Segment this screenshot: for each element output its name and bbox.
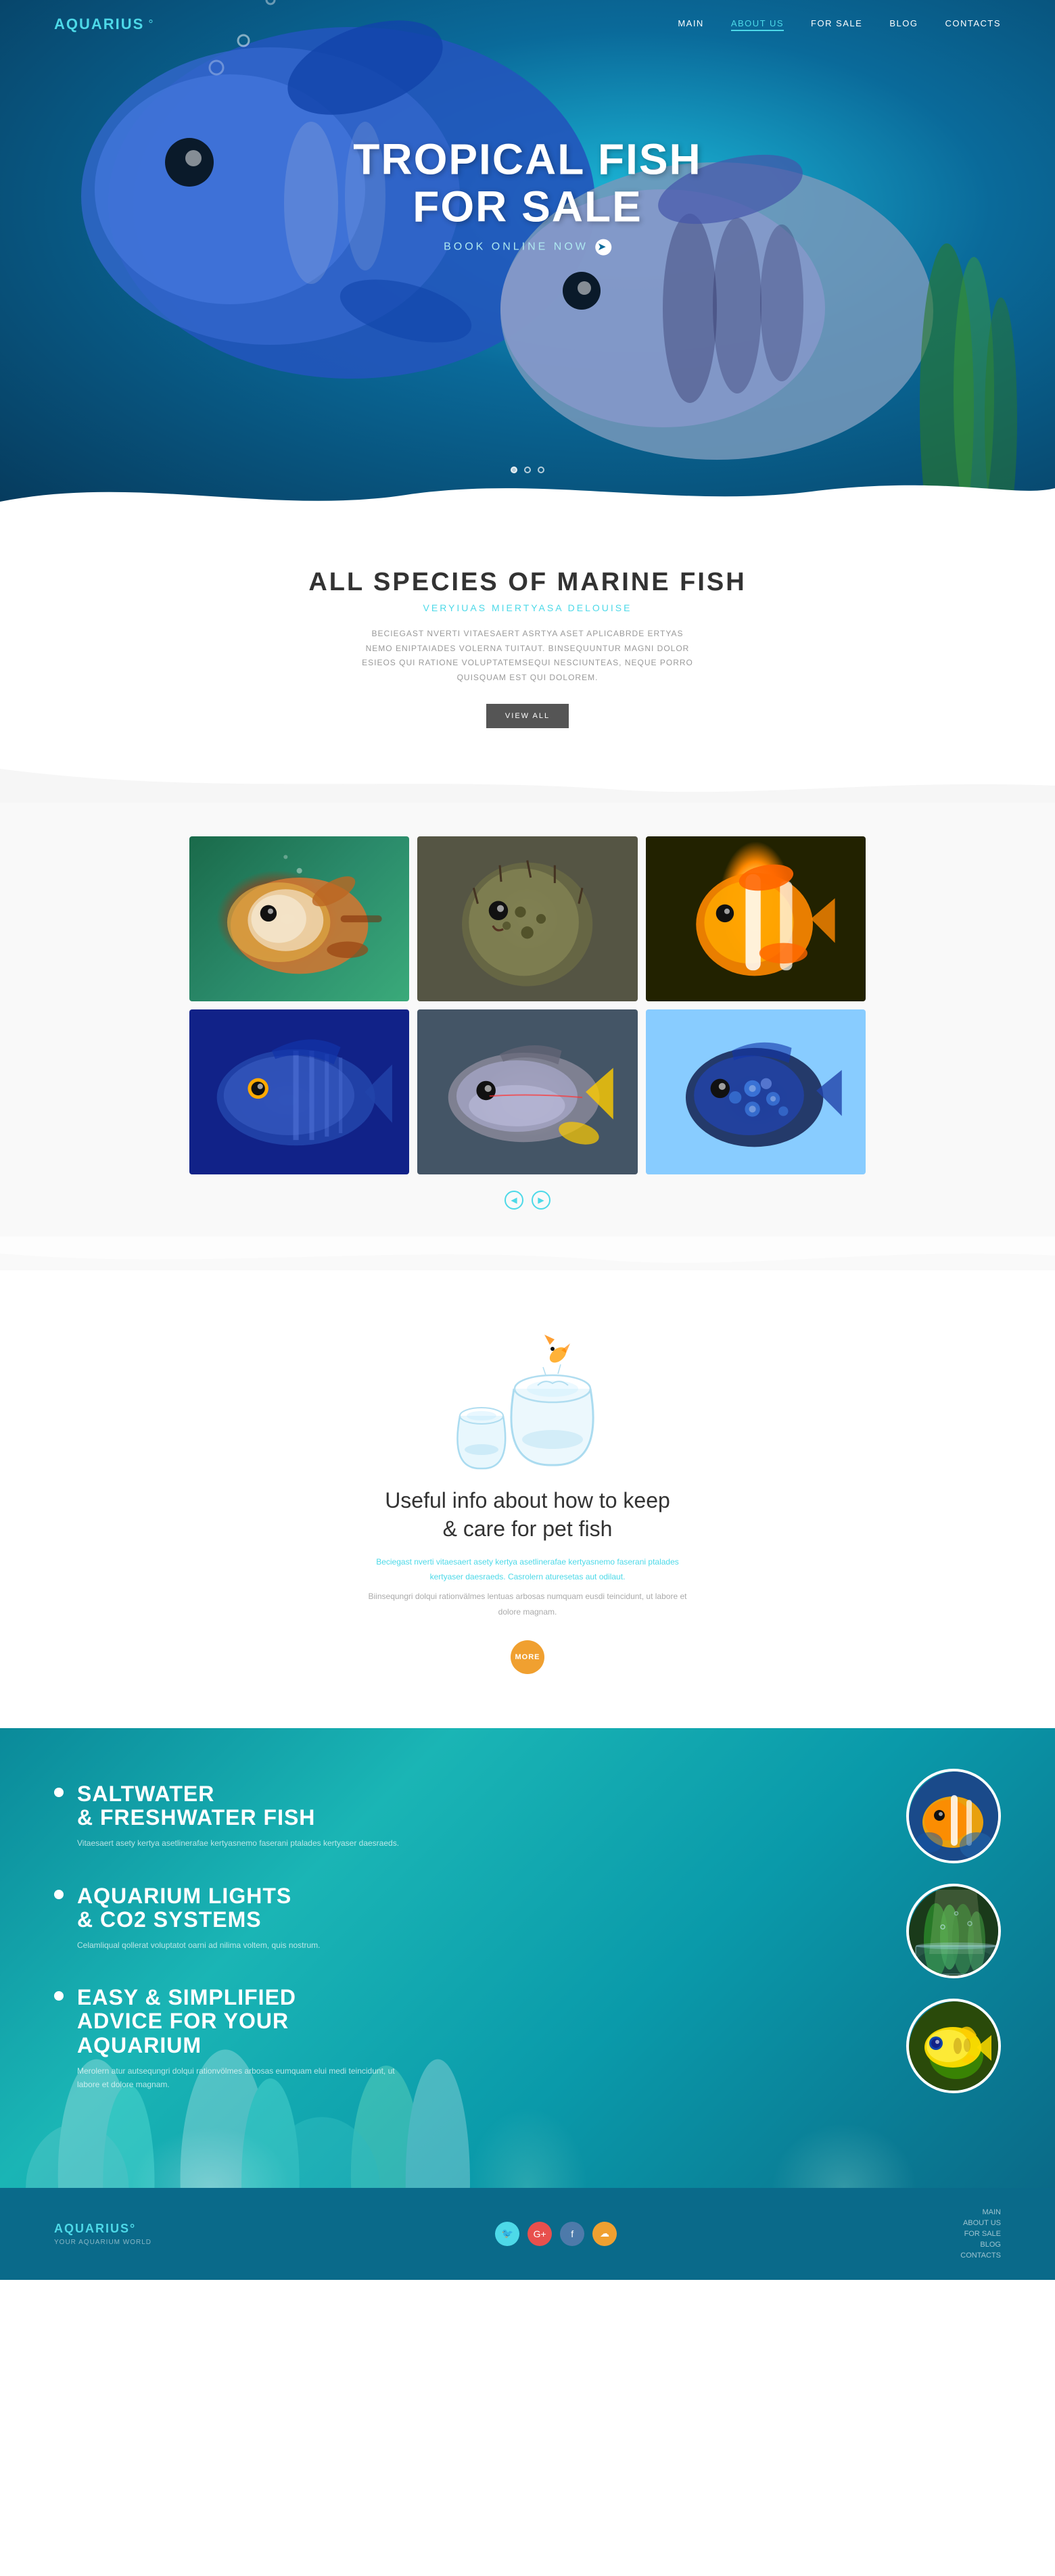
footer-links: MAIN ABOUT US FOR SALE BLOG CONTACTS	[960, 2208, 1001, 2260]
fish-image-1	[189, 836, 409, 1001]
pet-care-title: Useful info about how to keep& care for …	[0, 1487, 1055, 1543]
footer-social: 🐦 G+ f ☁	[495, 2222, 617, 2246]
fish-image-4	[189, 1009, 409, 1174]
twitter-icon[interactable]: 🐦	[495, 2222, 519, 2246]
fish-cell-4[interactable]	[189, 1009, 409, 1174]
feature-bullet-1: SALTWATER& FRESHWATER FISH	[54, 1782, 406, 1830]
feature-title-1: SALTWATER& FRESHWATER FISH	[77, 1782, 315, 1830]
hero-dot-2[interactable]	[524, 467, 531, 473]
nav-contacts[interactable]: CONTACTS	[945, 18, 1001, 31]
more-button[interactable]: more	[511, 1640, 544, 1674]
logo[interactable]: AQUARIUS °	[54, 16, 154, 33]
fish-image-5	[417, 1009, 637, 1174]
fish-image-2	[417, 836, 637, 1001]
hero-dots	[511, 467, 544, 473]
fish-image-3	[646, 836, 866, 1001]
marine-subtitle: VERYIUAS MIERTYASA DELOUISE	[135, 602, 920, 613]
fish-grid	[189, 836, 866, 1174]
rss-icon[interactable]: ☁	[592, 2222, 617, 2246]
fishbowl-illustration	[426, 1325, 629, 1473]
pet-care-description-gray: Biinsequngri dolqui rationvälmes lentuas…	[358, 1589, 697, 1620]
nav-links: MAIN ABOUT US FOR SALE BLOG CONTACTS	[678, 18, 1001, 31]
logo-icon: °	[148, 18, 153, 32]
feature-aquarium: AQUARIUM LIGHTS& CO2 SYSTEMS Celamliqual…	[54, 1884, 406, 1953]
feature-advice: EASY & SIMPLIFIEDADVICE FOR YOUR AQUARIU…	[54, 1986, 406, 2091]
fish-cell-6[interactable]	[646, 1009, 866, 1174]
feature-desc-3: Merolern atur autsequngri dolqui rationv…	[54, 2064, 406, 2092]
feature-bullet-3: EASY & SIMPLIFIEDADVICE FOR YOUR AQUARIU…	[54, 1986, 406, 2057]
cta-arrow-icon: ➤	[595, 239, 611, 255]
navigation: AQUARIUS ° MAIN ABOUT US FOR SALE BLOG C…	[0, 0, 1055, 49]
logo-text: AQUARIUS	[54, 16, 144, 33]
features-content: SALTWATER& FRESHWATER FISH Vitaesaert as…	[54, 1782, 406, 2092]
hero-fish-container	[0, 0, 1055, 514]
pet-care-section: Useful info about how to keep& care for …	[0, 1270, 1055, 1727]
bullet-dot-3	[54, 1991, 64, 2001]
nav-blog[interactable]: BLOG	[889, 18, 918, 31]
feature-bullet-2: AQUARIUM LIGHTS& CO2 SYSTEMS	[54, 1884, 406, 1932]
footer: AQUARIUS° YOUR AQUARIUM WORLD 🐦 G+ f ☁ M…	[0, 2188, 1055, 2280]
fish-cell-5[interactable]	[417, 1009, 637, 1174]
divider-wave-top	[0, 769, 1055, 803]
facebook-icon[interactable]: f	[560, 2222, 584, 2246]
divider-wave-bottom	[0, 1237, 1055, 1270]
feature-circle-1	[906, 1769, 1001, 1863]
footer-link-blog[interactable]: BLOG	[960, 2241, 1001, 2249]
footer-link-about[interactable]: ABOUT US	[960, 2219, 1001, 2227]
features-images	[906, 1769, 1001, 2093]
hero-dot-1[interactable]	[511, 467, 517, 473]
view-all-button[interactable]: VIEW ALL	[486, 704, 569, 728]
feature-circle-2	[906, 1884, 1001, 1978]
fish-cell-2[interactable]	[417, 836, 637, 1001]
feature-title-3: EASY & SIMPLIFIEDADVICE FOR YOUR AQUARIU…	[77, 1986, 406, 2057]
grid-prev-button[interactable]: ◀	[505, 1191, 523, 1210]
nav-main[interactable]: MAIN	[678, 18, 704, 31]
feature-saltwater: SALTWATER& FRESHWATER FISH Vitaesaert as…	[54, 1782, 406, 1851]
hero-cta[interactable]: BOOK ONLINE NOW ➤	[353, 239, 702, 255]
hero-title: TROPICAL FISH FOR SALE	[353, 135, 702, 231]
fish-cell-1[interactable]	[189, 836, 409, 1001]
hero-fish-svg	[0, 0, 1055, 514]
marine-section: ALL SPECIES OF MARINE FISH VERYIUAS MIER…	[0, 514, 1055, 769]
footer-tagline: YOUR AQUARIUM WORLD	[54, 2239, 151, 2246]
nav-forsale[interactable]: FOR SALE	[811, 18, 862, 31]
hero-content: TROPICAL FISH FOR SALE BOOK ONLINE NOW ➤	[353, 135, 702, 255]
marine-description: BECIEGAST NVERTI VITAESAERT ASRTYA ASET …	[358, 627, 697, 685]
feature-desc-2: Celamliqual qollerat voluptatot oarni ad…	[54, 1938, 406, 1952]
hero-section: TROPICAL FISH FOR SALE BOOK ONLINE NOW ➤	[0, 0, 1055, 514]
fish-grid-section: ◀ ▶	[0, 803, 1055, 1237]
nav-about[interactable]: ABOUT US	[731, 18, 784, 31]
pet-care-description-blue: Beciegast nverti vitaesaert asety kertya…	[358, 1554, 697, 1585]
fish-cell-3[interactable]	[646, 836, 866, 1001]
bullet-dot-1	[54, 1788, 64, 1797]
footer-link-main[interactable]: MAIN	[960, 2208, 1001, 2216]
features-section: SALTWATER& FRESHWATER FISH Vitaesaert as…	[0, 1728, 1055, 2188]
fish-image-6	[646, 1009, 866, 1174]
divider-top	[0, 769, 1055, 803]
grid-navigation: ◀ ▶	[54, 1191, 1001, 1210]
feature-title-2: AQUARIUM LIGHTS& CO2 SYSTEMS	[77, 1884, 291, 1932]
bullet-dot-2	[54, 1890, 64, 1899]
feature-circle-3	[906, 1999, 1001, 2093]
divider-bottom	[0, 1237, 1055, 1270]
marine-title: ALL SPECIES OF MARINE FISH	[135, 568, 920, 597]
hero-dot-3[interactable]	[538, 467, 544, 473]
footer-link-forsale[interactable]: FOR SALE	[960, 2230, 1001, 2238]
large-fishbowl	[497, 1335, 609, 1473]
google-icon[interactable]: G+	[528, 2222, 552, 2246]
footer-brand: AQUARIUS° YOUR AQUARIUM WORLD	[54, 2222, 151, 2246]
feature-desc-1: Vitaesaert asety kertya asetlinerafae ke…	[54, 1836, 406, 1850]
grid-next-button[interactable]: ▶	[532, 1191, 550, 1210]
footer-logo: AQUARIUS°	[54, 2222, 151, 2236]
footer-link-contacts[interactable]: CONTACTS	[960, 2251, 1001, 2260]
